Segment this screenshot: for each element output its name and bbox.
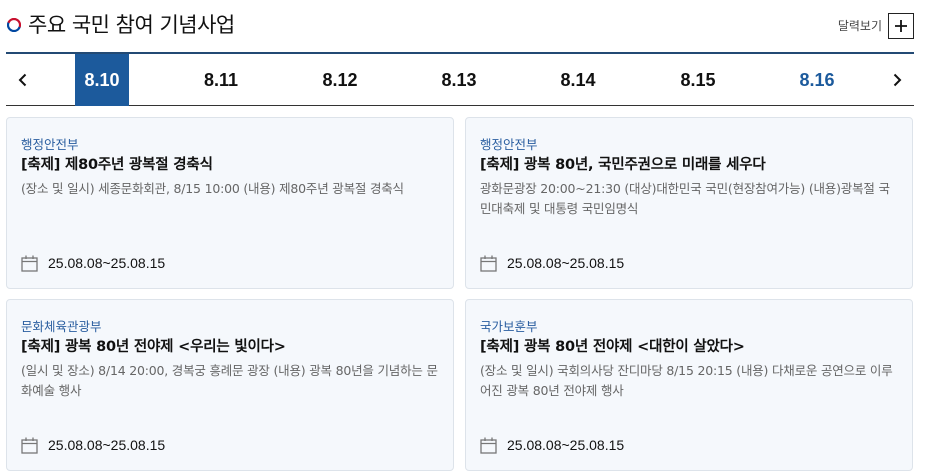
plus-icon — [895, 20, 907, 32]
section-header: 주요 국민 참여 기념사업 달력보기 — [0, 0, 926, 52]
tab-date-0810[interactable]: 8.10 — [75, 54, 129, 106]
event-organization: 행정안전부 — [21, 137, 79, 152]
calendar-icon — [21, 255, 38, 272]
event-description: (일시 및 장소) 8/14 20:00, 경복궁 흥례문 광장 (내용) 광복… — [21, 363, 438, 398]
event-period-row: 25.08.08~25.08.15 — [21, 254, 165, 272]
event-description: (장소 및 일시) 국회의사당 잔디마당 8/15 20:15 (내용) 다채로… — [480, 363, 893, 398]
event-card[interactable]: 행정안전부 [축제] 광복 80년, 국민주권으로 미래를 세우다 광화문광장 … — [465, 117, 913, 289]
calendar-icon — [480, 255, 497, 272]
event-period-row: 25.08.08~25.08.15 — [480, 436, 624, 454]
event-organization: 국가보훈부 — [480, 319, 538, 334]
calendar-view-label[interactable]: 달력보기 — [838, 17, 882, 34]
event-title: [축제] 광복 80년 전야제 <우리는 빛이다> — [21, 339, 286, 355]
tab-date-0814[interactable]: 8.14 — [551, 54, 605, 106]
event-title: [축제] 광복 80년, 국민주권으로 미래를 세우다 — [480, 157, 766, 173]
event-period: 25.08.08~25.08.15 — [507, 255, 625, 271]
next-date-button[interactable] — [880, 54, 914, 106]
event-period: 25.08.08~25.08.15 — [48, 437, 166, 453]
event-title: [축제] 광복 80년 전야제 <대한이 살았다> — [480, 339, 745, 355]
event-organization: 문화체육관광부 — [21, 319, 102, 334]
taegeuk-logo-icon — [7, 18, 21, 32]
tab-date-0815[interactable]: 8.15 — [671, 54, 725, 106]
event-period-row: 25.08.08~25.08.15 — [480, 254, 624, 272]
tab-date-0812[interactable]: 8.12 — [313, 54, 367, 106]
event-description: 광화문광장 20:00~21:30 (대상)대한민국 국민(현장참여가능) (내… — [480, 181, 890, 216]
event-period: 25.08.08~25.08.15 — [48, 255, 166, 271]
tab-date-0813[interactable]: 8.13 — [432, 54, 486, 106]
calendar-icon — [480, 437, 497, 454]
event-card[interactable]: 국가보훈부 [축제] 광복 80년 전야제 <대한이 살았다> (장소 및 일시… — [465, 299, 913, 471]
tab-date-0816[interactable]: 8.16 — [790, 54, 844, 106]
event-card[interactable]: 행정안전부 [축제] 제80주년 광복절 경축식 (장소 및 일시) 세종문화회… — [6, 117, 454, 289]
calendar-icon — [21, 437, 38, 454]
event-title: [축제] 제80주년 광복절 경축식 — [21, 157, 213, 173]
event-organization: 행정안전부 — [480, 137, 538, 152]
calendar-view-button[interactable] — [888, 13, 914, 39]
event-period-row: 25.08.08~25.08.15 — [21, 436, 165, 454]
page-title: 주요 국민 참여 기념사업 — [28, 13, 235, 37]
event-card[interactable]: 문화체육관광부 [축제] 광복 80년 전야제 <우리는 빛이다> (일시 및 … — [6, 299, 454, 471]
date-tabs: 8.10 8.11 8.12 8.13 8.14 8.15 8.16 — [6, 54, 914, 106]
chevron-right-icon — [893, 73, 902, 87]
tab-date-0811[interactable]: 8.11 — [194, 54, 248, 106]
chevron-left-icon — [18, 73, 27, 87]
prev-date-button[interactable] — [6, 54, 40, 106]
event-description: (장소 및 일시) 세종문화회관, 8/15 10:00 (내용) 제80주년 … — [21, 181, 404, 196]
event-period: 25.08.08~25.08.15 — [507, 437, 625, 453]
